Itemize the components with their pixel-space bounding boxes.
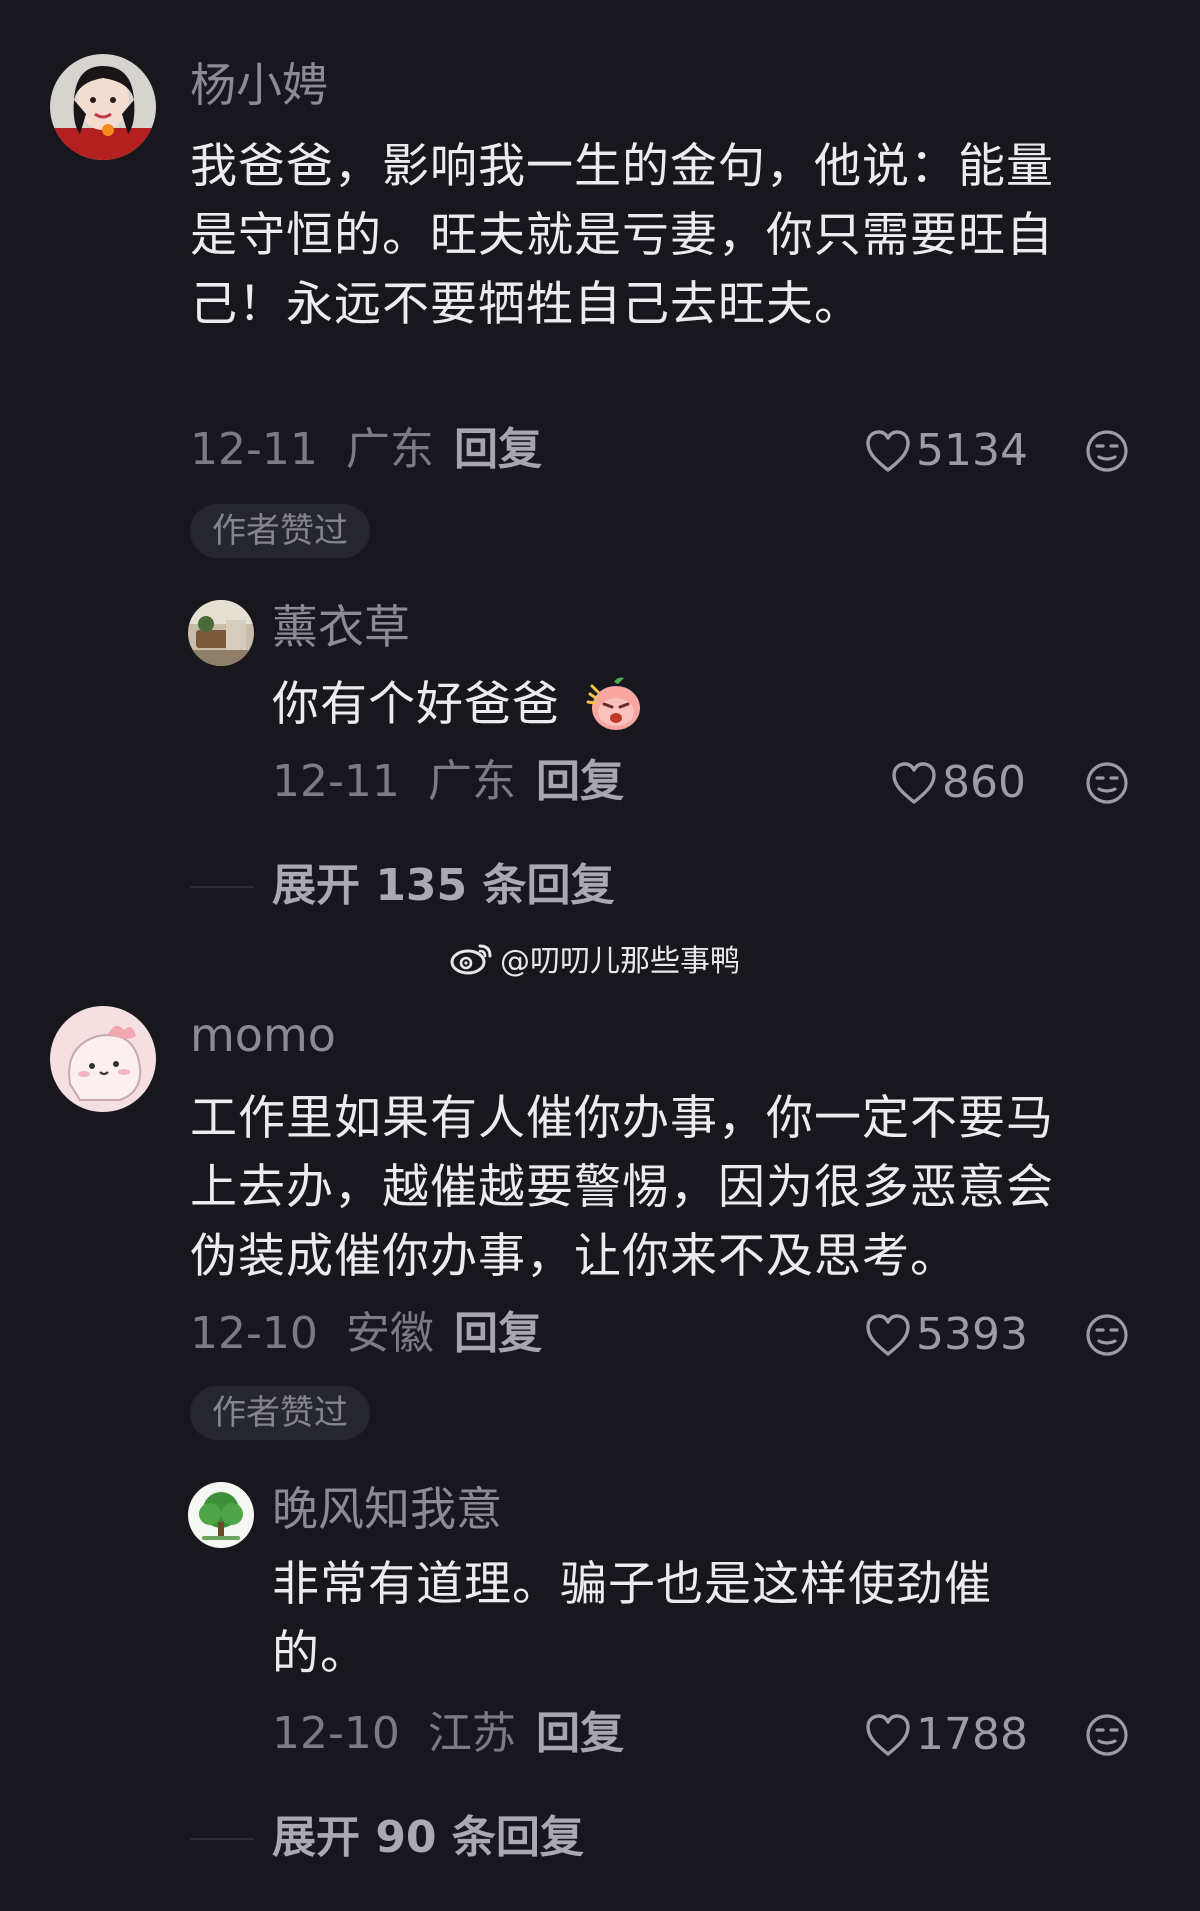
reply-text: 你有个好爸爸 <box>272 670 1132 739</box>
author-liked-badge: 作者赞过 <box>190 1386 370 1440</box>
reply-text-line: 的。 <box>272 1626 368 1681</box>
comment-date: 12-11 <box>190 424 318 475</box>
reply-text-line: 非常有道理。骗子也是这样使劲催 <box>272 1557 992 1612</box>
reply-button[interactable]: 回复 <box>454 1312 542 1356</box>
like-count: 860 <box>942 757 1026 808</box>
weibo-watermark: @叨叨儿那些事鸭 <box>450 936 740 980</box>
heart-outline-icon <box>866 430 910 472</box>
avatar-yangxiaoping[interactable] <box>50 54 156 160</box>
reply-date: 12-10 <box>272 1708 400 1759</box>
like-button[interactable]: 5134 <box>864 426 1028 476</box>
expand-replies-button[interactable]: 展开 90 条回复 <box>272 1816 584 1860</box>
reply-button[interactable]: 回复 <box>536 1712 624 1756</box>
reply-meta: 12-11 广东 <box>272 760 516 804</box>
comment-location: 安徽 <box>345 1308 434 1359</box>
avatar-momo[interactable] <box>50 1006 156 1112</box>
comment-meta: 12-10 安徽 <box>190 1312 434 1356</box>
comment-text-line: 是守恒的。旺夫就是亏妻，你只需要旺自 <box>190 208 1054 263</box>
like-count: 5134 <box>916 425 1028 476</box>
expand-divider <box>190 886 254 888</box>
reply-date: 12-11 <box>272 756 400 807</box>
expand-divider <box>190 1838 254 1840</box>
reply-text-line: 你有个好爸爸 <box>272 677 560 732</box>
reply-username[interactable]: 薰衣草 <box>272 604 410 650</box>
heart-outline-icon <box>866 1714 910 1756</box>
avatar-wanfengzhiwoyi[interactable] <box>188 1482 254 1548</box>
dislike-face-icon[interactable] <box>1084 1312 1130 1358</box>
dislike-face-icon[interactable] <box>1084 760 1130 806</box>
like-button[interactable]: 5393 <box>864 1310 1028 1360</box>
comment-text-line: 己！永远不要牺牲自己去旺夫。 <box>190 277 862 332</box>
reply-text: 非常有道理。骗子也是这样使劲催 的。 <box>272 1550 1132 1688</box>
reply-location: 广东 <box>427 756 516 807</box>
comment-location: 广东 <box>345 424 434 475</box>
user-avatar-icon <box>50 1006 156 1112</box>
comment-text-line: 上去办，越催越要警惕，因为很多恶意会 <box>190 1160 1054 1215</box>
author-liked-badge: 作者赞过 <box>190 504 370 558</box>
dislike-face-icon[interactable] <box>1084 1712 1130 1758</box>
comment-text-line: 我爸爸，影响我一生的金句，他说：能量 <box>190 139 1054 194</box>
like-count: 1788 <box>916 1709 1028 1760</box>
user-avatar-icon <box>188 1482 254 1548</box>
angry-peach-sticker <box>586 677 640 730</box>
like-button[interactable]: 860 <box>890 758 1026 808</box>
comment-text-line: 工作里如果有人催你办事，你一定不要马 <box>190 1091 1054 1146</box>
comment-meta: 12-11 广东 <box>190 428 434 472</box>
comment-text-line: 伪装成催你办事，让你来不及思考。 <box>190 1229 958 1284</box>
reply-location: 江苏 <box>427 1708 516 1759</box>
user-avatar-icon <box>188 600 254 666</box>
heart-outline-icon <box>892 762 936 804</box>
comment-date: 12-10 <box>190 1308 318 1359</box>
comment-text: 我爸爸，影响我一生的金句，他说：能量 是守恒的。旺夫就是亏妻，你只需要旺自 己！… <box>190 132 1150 339</box>
weibo-logo-icon <box>450 944 492 975</box>
avatar-xunyicao[interactable] <box>188 600 254 666</box>
reply-username[interactable]: 晚风知我意 <box>272 1486 502 1532</box>
comment-username[interactable]: momo <box>190 1012 336 1058</box>
like-button[interactable]: 1788 <box>864 1710 1028 1760</box>
heart-outline-icon <box>866 1314 910 1356</box>
reply-button[interactable]: 回复 <box>536 760 624 804</box>
expand-replies-button[interactable]: 展开 135 条回复 <box>272 864 614 908</box>
watermark-text: @叨叨儿那些事鸭 <box>500 944 740 979</box>
like-count: 5393 <box>916 1309 1028 1360</box>
reply-button[interactable]: 回复 <box>454 428 542 472</box>
dislike-face-icon[interactable] <box>1084 428 1130 474</box>
reply-meta: 12-10 江苏 <box>272 1712 516 1756</box>
user-avatar-icon <box>50 54 156 160</box>
comment-username[interactable]: 杨小娉 <box>190 62 328 108</box>
comment-text: 工作里如果有人催你办事，你一定不要马 上去办，越催越要警惕，因为很多恶意会 伪装… <box>190 1084 1150 1291</box>
